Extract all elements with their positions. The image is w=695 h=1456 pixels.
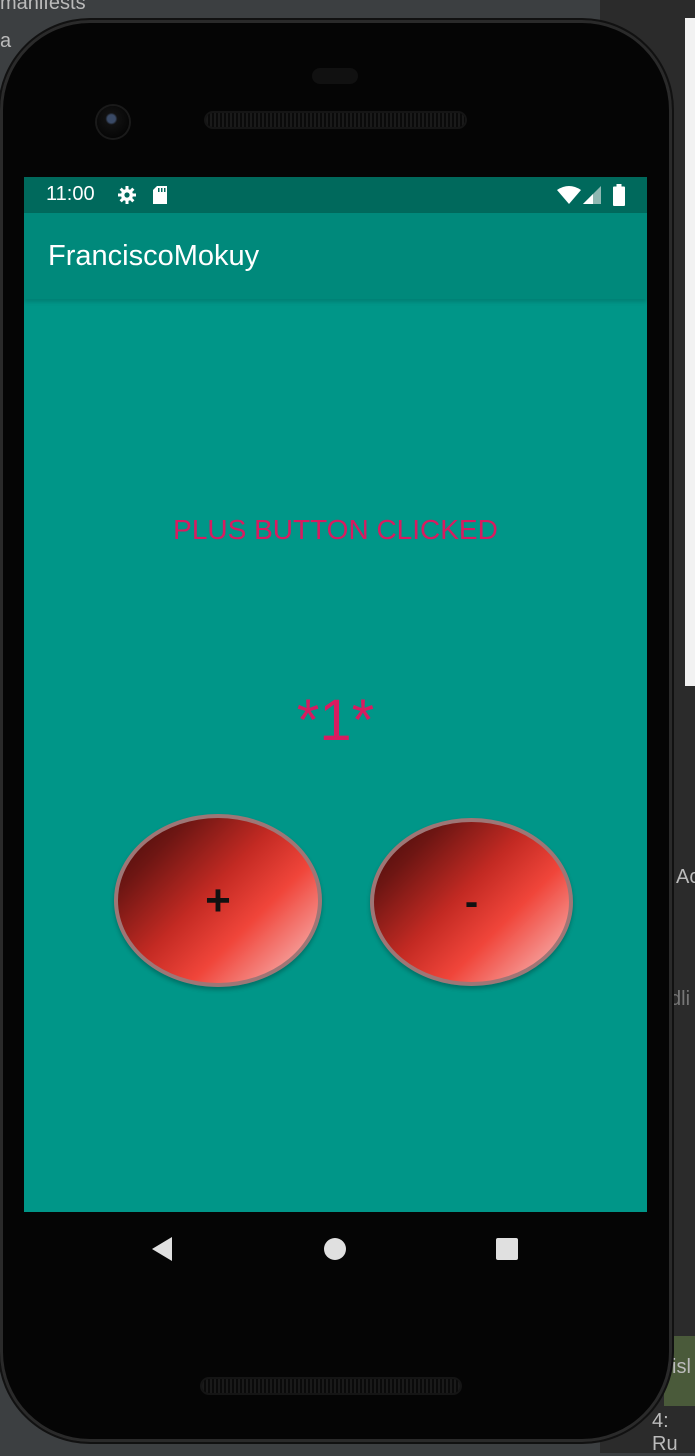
- wifi-icon: [557, 186, 581, 209]
- ide-run-tab[interactable]: 4: Ru: [652, 1410, 695, 1456]
- plus-button-label: +: [205, 875, 231, 925]
- app-screen: 11:00 FranciscoMokuy PLUS BUTTON CLICKED…: [24, 177, 647, 1212]
- counter-value: *1*: [296, 688, 375, 753]
- minus-button[interactable]: -: [370, 818, 573, 986]
- ide-editor-strip: [685, 18, 695, 686]
- back-icon[interactable]: [144, 1212, 180, 1286]
- ide-project-item[interactable]: a: [0, 30, 11, 53]
- bottom-speaker: [202, 1379, 460, 1393]
- home-icon[interactable]: [317, 1212, 353, 1286]
- ide-label: isl: [672, 1356, 691, 1378]
- battery-icon: [613, 184, 625, 211]
- proximity-sensor: [312, 68, 358, 84]
- ide-project-item[interactable]: manifests: [0, 0, 86, 15]
- sd-card-icon: [152, 185, 168, 210]
- app-bar: FranciscoMokuy: [24, 213, 647, 299]
- gear-icon: [117, 185, 137, 210]
- ide-label: dli: [670, 988, 691, 1010]
- status-time: 11:00: [46, 183, 95, 205]
- earpiece-speaker: [206, 113, 465, 127]
- status-message: PLUS BUTTON CLICKED: [173, 514, 498, 545]
- ide-label: Ac: [676, 866, 695, 888]
- status-bar: 11:00: [24, 177, 647, 213]
- front-camera: [97, 106, 129, 138]
- app-title: FranciscoMokuy: [48, 240, 260, 272]
- plus-button[interactable]: +: [114, 814, 322, 987]
- recents-icon[interactable]: [489, 1212, 525, 1286]
- signal-icon: [583, 186, 601, 209]
- minus-button-label: -: [464, 879, 479, 924]
- navigation-bar: [24, 1212, 647, 1286]
